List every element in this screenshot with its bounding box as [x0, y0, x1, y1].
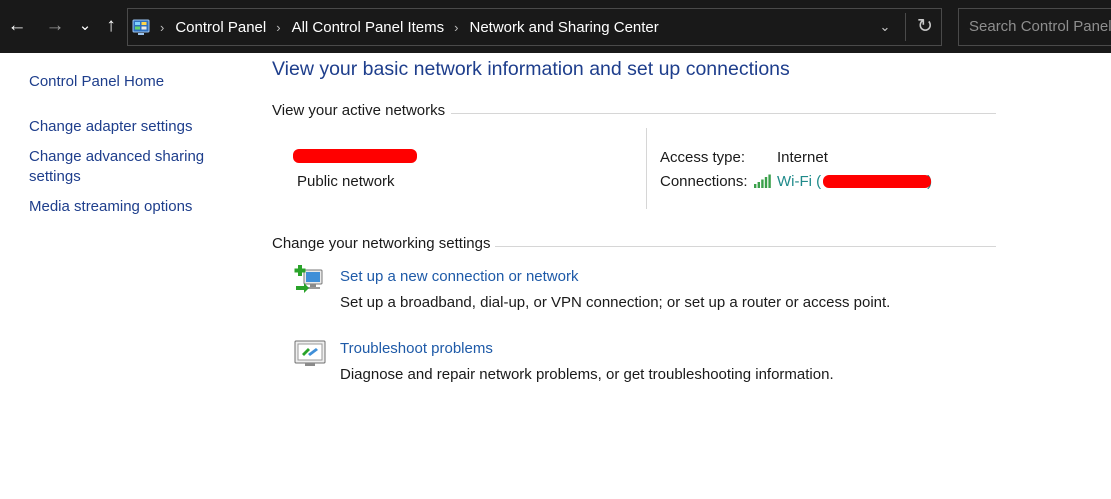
left-pane: Control Panel Home Change adapter settin… [0, 53, 250, 499]
address-divider [905, 13, 906, 41]
breadcrumb-control-panel[interactable]: Control Panel [175, 19, 266, 36]
up-button[interactable]: ↑ [98, 12, 124, 40]
search-box[interactable]: Search Control Panel [958, 8, 1111, 46]
navigation-bar: ← → ⌄ ↑ › Control Panel › All Control Pa… [0, 0, 1111, 53]
breadcrumb-network-sharing[interactable]: Network and Sharing Center [470, 19, 659, 36]
chevron-right-icon[interactable]: › [454, 20, 458, 35]
recent-locations-button[interactable]: ⌄ [72, 12, 98, 40]
breadcrumb: › Control Panel › All Control Panel Item… [156, 9, 659, 45]
troubleshoot-problems-description: Diagnose and repair network problems, or… [340, 366, 834, 383]
forward-button[interactable]: → [42, 12, 68, 40]
wifi-signal-icon [754, 174, 771, 188]
new-connection-icon [294, 265, 323, 293]
access-type-label: Access type: [660, 149, 746, 166]
network-divider [646, 128, 647, 209]
access-type-value: Internet [777, 149, 828, 166]
section-divider [495, 246, 996, 247]
media-streaming-options-link[interactable]: Media streaming options [29, 197, 192, 217]
back-button[interactable]: ← [4, 12, 30, 40]
chevron-right-icon[interactable]: › [276, 20, 280, 35]
chevron-right-icon[interactable]: › [160, 20, 164, 35]
active-networks-header: View your active networks [272, 102, 446, 119]
breadcrumb-all-items[interactable]: All Control Panel Items [292, 19, 445, 36]
redacted-network-name [293, 149, 417, 163]
troubleshoot-icon [294, 340, 326, 366]
setup-new-connection-description: Set up a broadband, dial-up, or VPN conn… [340, 294, 891, 311]
redacted-ssid [823, 175, 931, 188]
setup-new-connection-link[interactable]: Set up a new connection or network [340, 268, 578, 285]
section-divider [451, 113, 996, 114]
change-advanced-sharing-link[interactable]: Change advanced sharing settings [29, 147, 219, 187]
chevron-down-icon[interactable]: ⌄ [872, 9, 898, 45]
refresh-icon[interactable]: ↻ [911, 9, 939, 45]
networking-settings-header: Change your networking settings [272, 235, 491, 252]
wifi-connection-label: Wi-Fi ( [777, 173, 822, 190]
change-adapter-settings-link[interactable]: Change adapter settings [29, 117, 192, 137]
page-title: View your basic network information and … [272, 58, 790, 80]
control-panel-icon [132, 19, 150, 35]
control-panel-home-link[interactable]: Control Panel Home [29, 72, 164, 92]
network-type: Public network [297, 173, 395, 190]
connections-label: Connections: [660, 173, 748, 190]
search-placeholder: Search Control Panel [969, 18, 1111, 35]
troubleshoot-problems-link[interactable]: Troubleshoot problems [340, 340, 493, 357]
address-bar[interactable]: › Control Panel › All Control Panel Item… [127, 8, 942, 46]
